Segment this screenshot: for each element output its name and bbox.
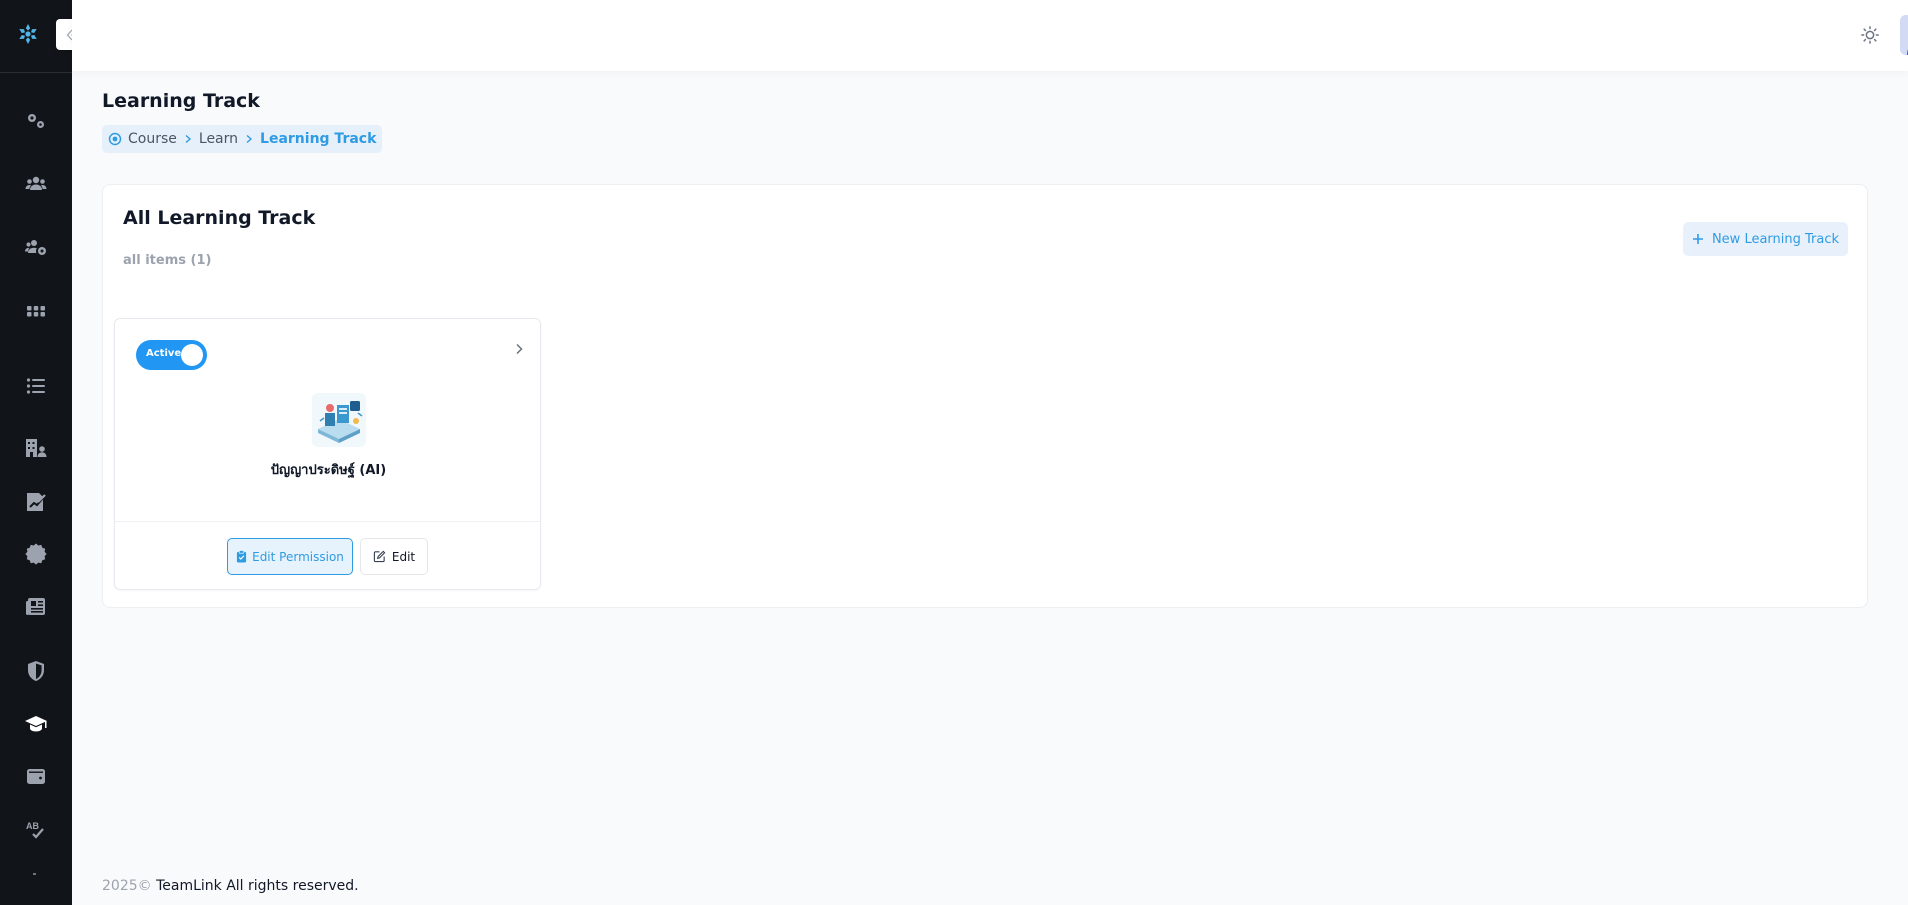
- chevron-right-icon: [246, 134, 253, 144]
- edit-label: Edit: [391, 549, 416, 564]
- chevron-right-icon: [185, 134, 191, 144]
- sidebar-item-security[interactable]: [0, 651, 72, 691]
- report-chart-icon: [27, 493, 46, 511]
- users-cog-icon: [25, 240, 46, 255]
- sidebar-item-organization[interactable]: [0, 428, 72, 468]
- svg-text:AB: AB: [26, 821, 39, 831]
- edit-icon: [373, 550, 386, 563]
- sidebar-scroll-indicator: [33, 873, 36, 875]
- plus-icon: [1692, 234, 1703, 244]
- track-thumbnail: [312, 393, 366, 447]
- breadcrumb-item-course[interactable]: Course: [128, 131, 177, 147]
- chevron-right-icon[interactable]: [511, 341, 527, 357]
- sidebar-item-list[interactable]: [0, 366, 72, 406]
- footer-text: TeamLink All rights reserved.: [151, 878, 359, 894]
- sidebar: AB: [0, 0, 72, 905]
- status-toggle[interactable]: Active: [136, 340, 207, 370]
- breadcrumb: Course Learn Learning Track: [102, 125, 383, 153]
- sidebar-item-news[interactable]: [0, 587, 72, 627]
- item-count: all items (1): [123, 253, 212, 268]
- card-title: All Learning Track: [123, 207, 316, 229]
- sidebar-item-users[interactable]: [0, 164, 72, 204]
- graduation-cap-icon: [25, 716, 47, 732]
- sidebar-divider: [0, 72, 72, 73]
- users-icon: [25, 176, 47, 190]
- newspaper-icon: [26, 598, 45, 615]
- building-user-icon: [26, 439, 47, 457]
- track-divider: [115, 521, 540, 522]
- user-avatar-icon: [1900, 15, 1908, 55]
- sidebar-item-user-settings[interactable]: [0, 227, 72, 267]
- footer-year: 2025©: [102, 878, 152, 894]
- breadcrumb-item-learn[interactable]: Learn: [199, 131, 238, 147]
- track-name: ปัญญาประดิษฐ์ (AI): [270, 463, 387, 478]
- edit-permission-label: Edit Permission: [252, 549, 344, 564]
- footer: 2025© TeamLink All rights reserved.: [102, 878, 359, 894]
- sidebar-item-certificate[interactable]: [0, 534, 72, 574]
- ai-illustration-icon: [312, 393, 366, 447]
- clipboard-check-icon: [237, 550, 247, 563]
- sidebar-item-settings[interactable]: [0, 101, 72, 141]
- list-icon: [26, 378, 45, 394]
- target-icon: [108, 132, 122, 146]
- new-learning-track-label: New Learning Track: [1711, 231, 1840, 247]
- sidebar-item-wallet[interactable]: [0, 756, 72, 796]
- new-learning-track-button[interactable]: New Learning Track: [1683, 222, 1848, 256]
- grid-icon: [27, 306, 45, 317]
- sun-icon: [1861, 26, 1879, 44]
- top-header: [72, 0, 1908, 71]
- sidebar-item-reports[interactable]: [0, 482, 72, 522]
- user-avatar[interactable]: [1900, 15, 1908, 55]
- wallet-icon: [27, 769, 45, 784]
- shield-icon: [28, 661, 44, 681]
- gears-icon: [28, 114, 44, 128]
- learning-track-card: All Learning Track all items (1) New Lea…: [102, 184, 1868, 608]
- learning-track-item: Active ปัญญาประดิษฐ์ (AI) Edit Permissio…: [114, 318, 541, 590]
- toggle-knob: [181, 344, 203, 366]
- sidebar-item-apps[interactable]: [0, 291, 72, 331]
- edit-button[interactable]: Edit: [360, 538, 428, 575]
- spellcheck-icon: AB: [26, 821, 44, 839]
- snowflake-logo-icon[interactable]: [16, 22, 40, 46]
- theme-toggle-button[interactable]: [1859, 24, 1881, 46]
- edit-permission-button[interactable]: Edit Permission: [227, 538, 353, 575]
- status-toggle-label: Active: [146, 348, 182, 359]
- page-title: Learning Track: [102, 90, 260, 112]
- sidebar-item-course[interactable]: [0, 704, 72, 744]
- certificate-icon: [25, 543, 47, 565]
- breadcrumb-item-current: Learning Track: [260, 131, 377, 147]
- sidebar-item-spellcheck[interactable]: AB: [0, 810, 72, 850]
